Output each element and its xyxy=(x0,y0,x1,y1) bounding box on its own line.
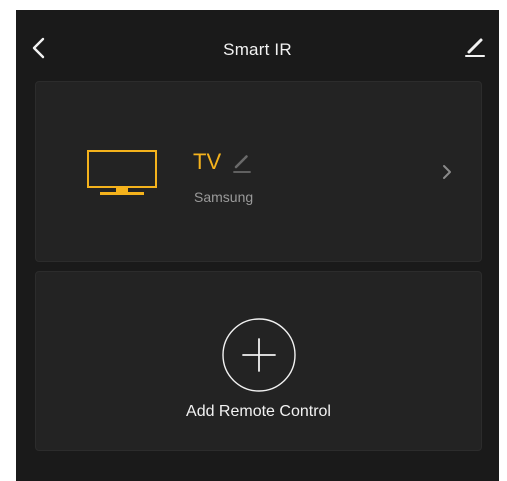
device-name: TV xyxy=(193,149,222,174)
chevron-right-icon xyxy=(443,165,451,179)
edit-button[interactable] xyxy=(463,35,487,59)
pencil-icon xyxy=(465,38,485,57)
page-title: Smart IR xyxy=(223,40,292,59)
plus-circle-icon xyxy=(222,318,296,392)
add-remote-label: Add Remote Control xyxy=(186,403,331,420)
add-remote-card[interactable]: Add Remote Control xyxy=(35,271,482,451)
smart-ir-screen: Smart IR TV Samsung Add Remote Control xyxy=(16,10,499,481)
tv-icon xyxy=(87,150,157,195)
device-brand: Samsung xyxy=(194,189,254,205)
device-card-tv[interactable]: TV Samsung xyxy=(35,81,482,262)
top-bar: Smart IR xyxy=(16,10,499,80)
rename-icon[interactable] xyxy=(232,154,252,174)
